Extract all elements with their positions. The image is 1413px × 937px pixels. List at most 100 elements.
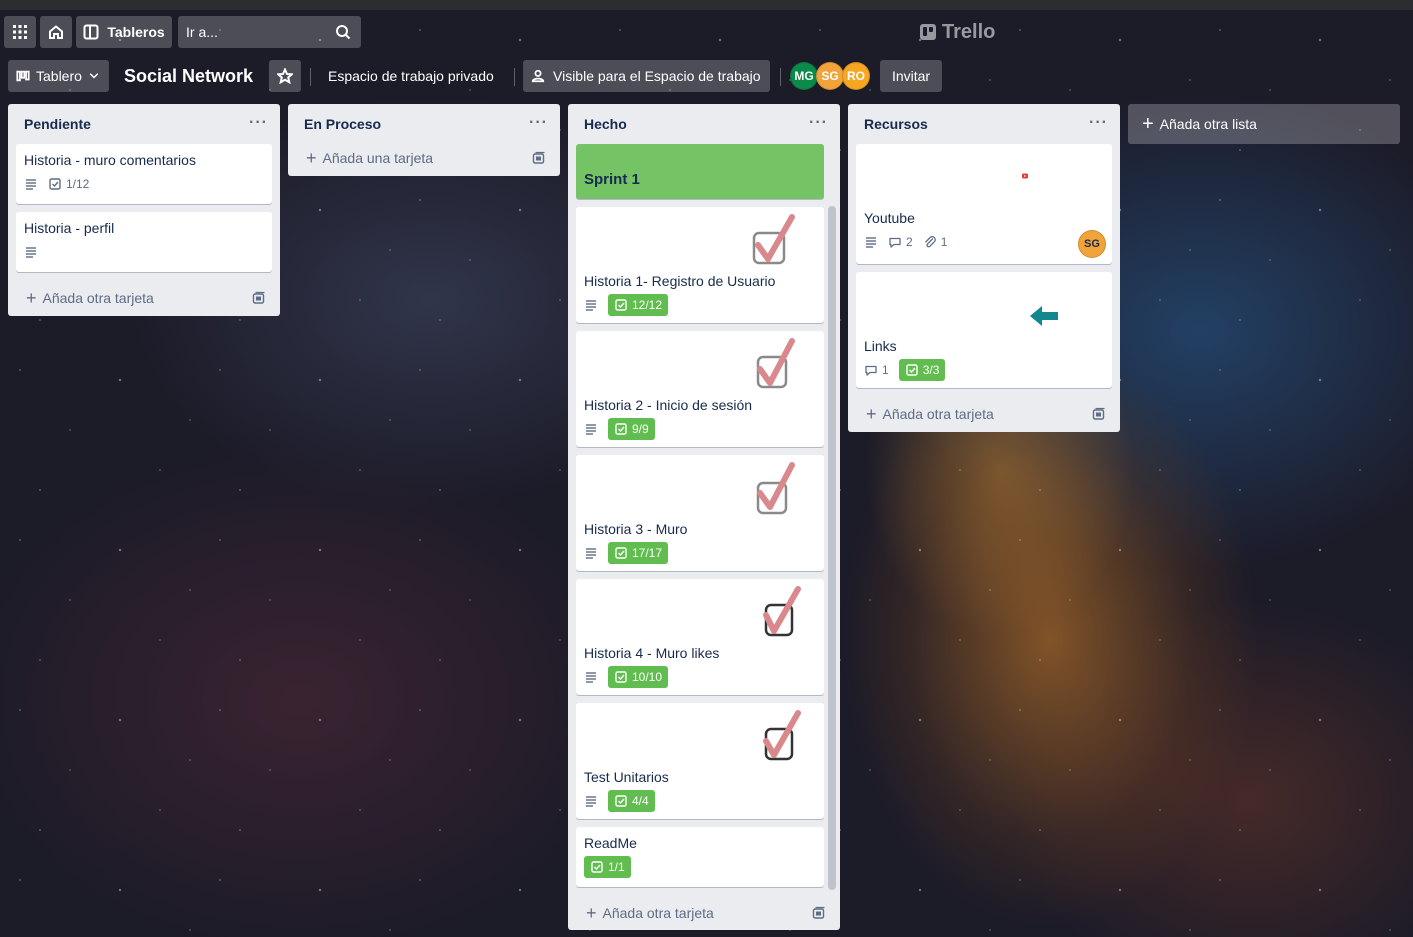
checkmark-image <box>752 214 795 265</box>
window-top-strip <box>0 0 1413 10</box>
checkmark-image <box>763 586 801 637</box>
add-card-button[interactable]: + Añada otra tarjeta <box>568 895 840 931</box>
description-icon <box>866 237 876 248</box>
list-header[interactable]: Pendiente ··· <box>8 104 280 144</box>
avatar[interactable]: RO <box>842 62 870 90</box>
template-icon[interactable] <box>812 906 826 920</box>
list-title: Hecho <box>584 116 627 132</box>
checklist-icon <box>49 178 61 190</box>
card-readme[interactable]: ReadMe 1/1 <box>576 827 824 887</box>
card-youtube[interactable]: Youtube 2 1 SG <box>856 144 1112 264</box>
card-title: Historia 1- Registro de Usuario <box>584 273 776 289</box>
board-view-icon <box>16 70 30 82</box>
plus-icon: + <box>586 903 597 923</box>
home-button[interactable] <box>40 16 72 48</box>
description-icon <box>586 672 596 683</box>
template-icon[interactable] <box>532 151 546 165</box>
add-card-button[interactable]: + Añada una tarjeta <box>288 140 560 176</box>
description-icon <box>586 548 596 559</box>
checklist-badge: 3/3 <box>898 359 946 381</box>
add-card-label: Añada otra tarjeta <box>602 905 714 921</box>
comments-count: 2 <box>906 235 913 249</box>
boards-icon <box>83 24 99 40</box>
card-historia-2[interactable]: Historia 2 - Inicio de sesión 9/9 <box>576 331 824 447</box>
card-historia-4[interactable]: Historia 4 - Muro likes 10/10 <box>576 579 824 695</box>
checklist-badge: 12/12 <box>608 294 669 316</box>
checkmark-image <box>756 462 795 515</box>
plus-icon: + <box>26 288 37 308</box>
checklist-count: 3/3 <box>922 363 940 377</box>
star-button[interactable] <box>269 60 301 92</box>
home-icon <box>49 25 63 39</box>
checklist-icon <box>615 547 627 559</box>
description-icon <box>586 424 596 435</box>
invite-button[interactable]: Invitar <box>880 60 942 92</box>
checklist-icon <box>615 795 627 807</box>
list-header[interactable]: Recursos ··· <box>848 104 1120 144</box>
description-icon <box>26 179 36 190</box>
search-input[interactable]: Ir a... <box>178 16 361 48</box>
avatar[interactable]: MG <box>790 62 818 90</box>
card-links[interactable]: Links 1 3/3 <box>856 272 1112 388</box>
add-list-button[interactable]: + Añada otra lista <box>1128 104 1400 144</box>
card-historia-perfil[interactable]: Historia - perfil <box>16 212 272 272</box>
card-title: ReadMe <box>584 835 637 851</box>
workspace-label: Espacio de trabajo privado <box>328 68 494 84</box>
attachments-count: 1 <box>940 235 948 249</box>
list-scrollbar[interactable] <box>828 206 836 890</box>
card-historia-3[interactable]: Historia 3 - Muro 17/17 <box>576 455 824 571</box>
avatar[interactable]: SG <box>1078 230 1106 258</box>
card-historia-1[interactable]: Historia 1- Registro de Usuario 12/12 <box>576 207 824 323</box>
card-title: Historia - muro comentarios <box>24 152 196 168</box>
youtube-thumbnail-icon <box>1022 173 1028 179</box>
card-title: Sprint 1 <box>584 171 640 188</box>
visibility-label: Visible para el Espacio de trabajo <box>553 68 761 84</box>
card-title: Historia 4 - Muro likes <box>584 645 720 661</box>
list-header[interactable]: Hecho ··· <box>568 104 840 144</box>
template-icon[interactable] <box>252 291 266 305</box>
template-icon[interactable] <box>1092 407 1106 421</box>
boards-button[interactable]: Tableros <box>76 16 172 48</box>
checklist-count: 1/12 <box>66 177 90 191</box>
add-card-button[interactable]: + Añada otra tarjeta <box>8 280 280 316</box>
card-title: Youtube <box>864 210 915 226</box>
checklist-badge: 4/4 <box>608 790 655 812</box>
checkmark-image <box>763 710 801 761</box>
checklist-badge: 1/12 <box>48 177 89 191</box>
board-title[interactable]: Social Network <box>116 60 261 92</box>
card-test-unitarios[interactable]: Test Unitarios 4/4 <box>576 703 824 819</box>
divider <box>310 68 311 86</box>
list-recursos: Recursos ··· Youtube 2 1 SG Links 1 3/3 … <box>848 104 1120 432</box>
comment-icon <box>889 237 901 248</box>
card-historia-muro-comentarios[interactable]: Historia - muro comentarios 1/12 <box>16 144 272 204</box>
add-card-button[interactable]: + Añada otra tarjeta <box>848 396 1120 432</box>
list-menu-icon[interactable]: ··· <box>1089 114 1108 132</box>
scrollbar-thumb[interactable] <box>828 206 836 890</box>
list-title: Pendiente <box>24 116 91 132</box>
avatar[interactable]: SG <box>816 62 844 90</box>
checklist-icon <box>615 423 627 435</box>
card-title: Historia 3 - Muro <box>584 521 688 537</box>
list-menu-icon[interactable]: ··· <box>809 114 828 132</box>
checklist-count: 4/4 <box>632 794 649 808</box>
search-icon[interactable] <box>335 24 351 40</box>
list-menu-icon[interactable]: ··· <box>529 114 548 132</box>
checklist-count: 9/9 <box>632 422 649 436</box>
trello-logo[interactable]: Trello <box>920 20 995 44</box>
top-bar: Tableros Ir a... Trello <box>0 10 1413 52</box>
checklist-count: 12/12 <box>632 298 663 312</box>
attachment-icon <box>924 236 936 248</box>
description-icon <box>586 300 596 311</box>
plus-icon: + <box>1142 113 1154 135</box>
visibility-button[interactable]: Visible para el Espacio de trabajo <box>523 60 770 92</box>
view-switcher-button[interactable]: Tablero <box>8 60 109 92</box>
list-header[interactable]: En Proceso ··· <box>288 104 560 144</box>
list-menu-icon[interactable]: ··· <box>249 114 268 132</box>
apps-grid-button[interactable] <box>4 16 36 48</box>
workspace-button[interactable]: Espacio de trabajo privado <box>320 60 502 92</box>
checklist-icon <box>591 861 603 873</box>
card-sprint-1[interactable]: Sprint 1 <box>576 144 824 199</box>
plus-icon: + <box>866 404 877 424</box>
board-header: Tablero Social Network Espacio de trabaj… <box>0 58 1413 94</box>
checklist-badge: 9/9 <box>608 418 655 440</box>
